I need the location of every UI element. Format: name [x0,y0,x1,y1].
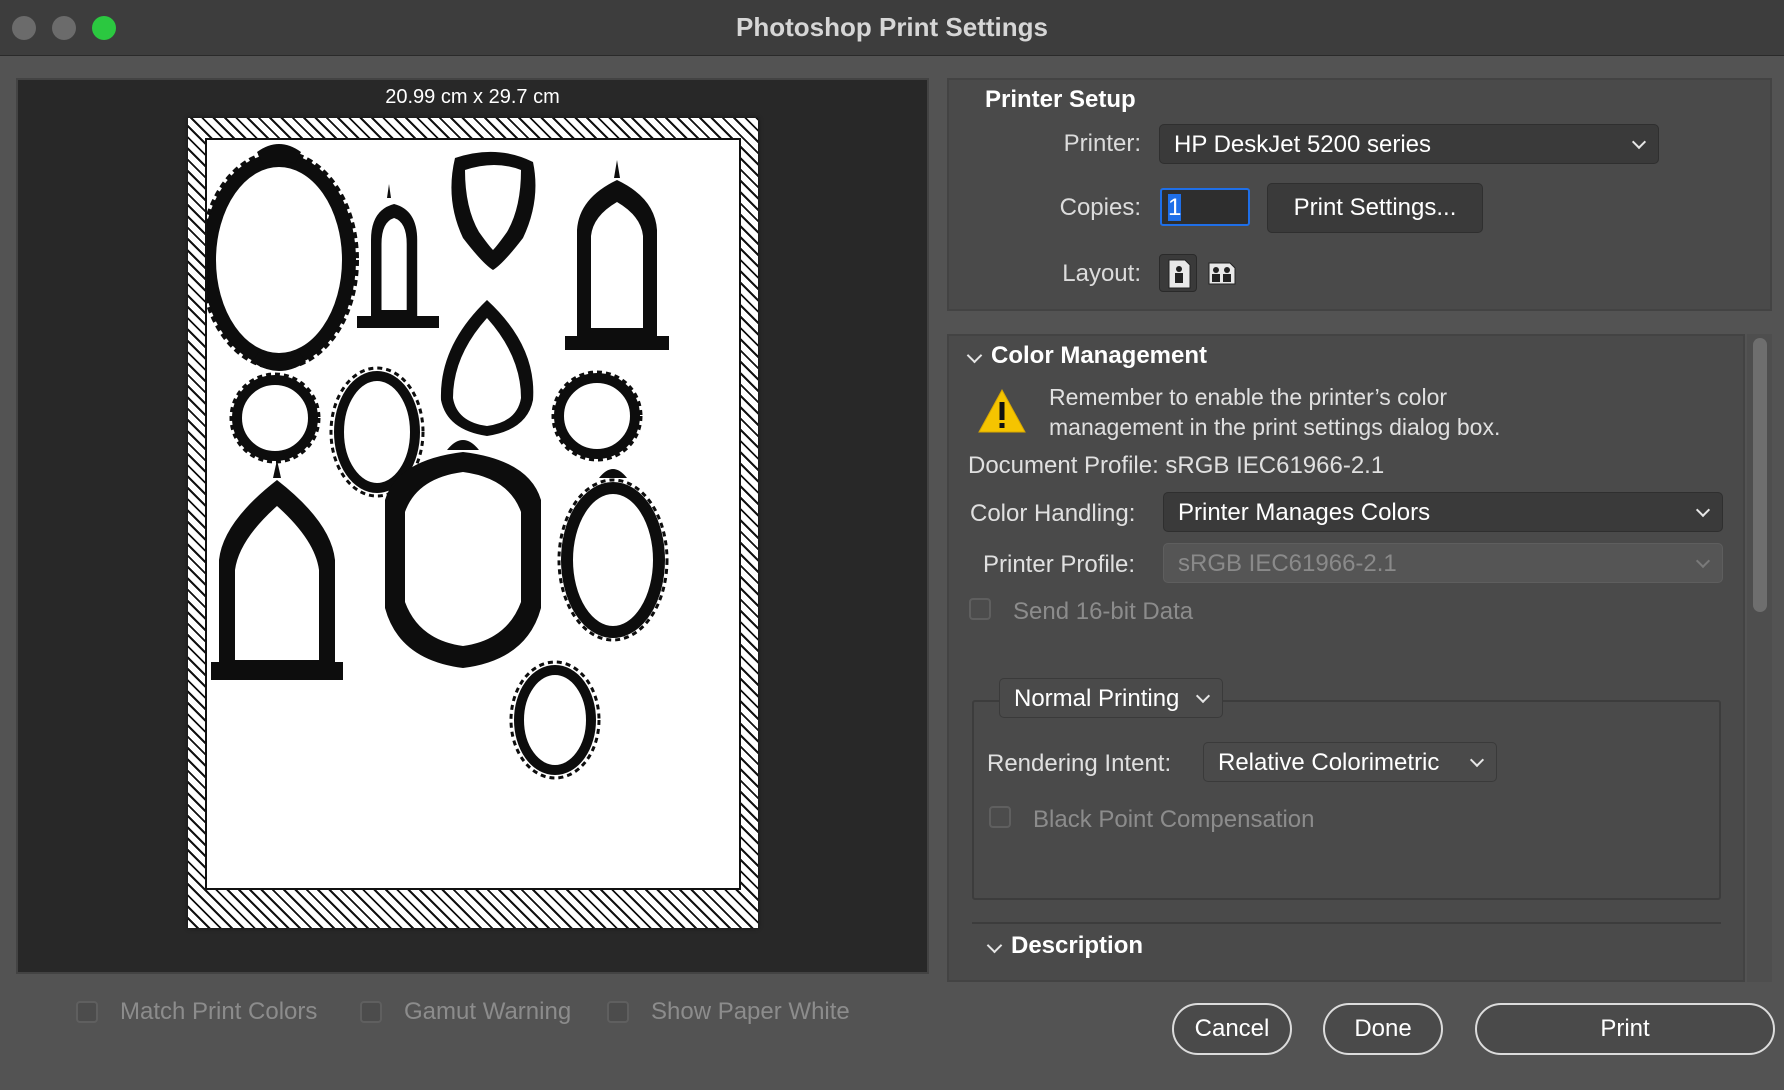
layout-label: Layout: [1062,260,1141,287]
print-button[interactable]: Print [1475,1003,1775,1055]
printer-profile-label: Printer Profile: [983,551,1136,578]
match-print-colors-option[interactable]: Match Print Colors [76,998,317,1026]
show-paper-white-label: Show Paper White [651,998,850,1025]
preview-paper [188,118,758,928]
print-settings-button[interactable]: Print Settings... [1267,183,1483,233]
printer-profile-select: sRGB IEC61966-2.1 [1163,543,1723,583]
color-management-title[interactable]: Color Management [991,342,1207,370]
printer-profile-value: sRGB IEC61966-2.1 [1178,550,1397,577]
disclosure-chevron-icon[interactable] [966,347,983,364]
color-management-panel: Color Management Remember to enable the … [947,334,1745,982]
color-handling-value: Printer Manages Colors [1178,499,1431,526]
landscape-layout-icon[interactable] [1203,254,1241,292]
preview-image [205,138,741,890]
rendering-intent-value: Relative Colorimetric [1218,749,1440,776]
gamut-warning-option[interactable]: Gamut Warning [360,998,571,1026]
printer-label: Printer: [1063,130,1141,157]
cancel-button[interactable]: Cancel [1172,1003,1292,1055]
warning-message-line2: management in the print settings dialog … [1049,414,1501,440]
printing-mode-select[interactable]: Normal Printing [999,678,1223,718]
portrait-layout-icon[interactable] [1159,254,1197,292]
chevron-down-icon [1469,752,1485,768]
chevron-down-icon [1695,502,1711,518]
scrollbar-thumb[interactable] [1753,338,1767,612]
title-bar: Photoshop Print Settings [0,0,1784,56]
ornate-frames-image [207,144,669,780]
copies-label: Copies: [1059,194,1141,221]
match-print-colors-label: Match Print Colors [120,998,318,1025]
chevron-down-icon [1195,688,1211,704]
chevron-down-icon [1695,553,1711,569]
match-print-colors-checkbox[interactable] [76,1001,98,1023]
rendering-intent-select[interactable]: Relative Colorimetric [1203,742,1497,782]
copies-value: 1 [1168,194,1182,221]
printing-mode-value: Normal Printing [1014,685,1180,712]
window-title: Photoshop Print Settings [736,12,1048,42]
gamut-warning-checkbox[interactable] [360,1001,382,1023]
section-divider [972,922,1721,924]
send-16bit-label: Send 16-bit Data [1013,598,1194,625]
color-handling-select[interactable]: Printer Manages Colors [1163,492,1723,532]
document-profile: Document Profile: sRGB IEC61966-2.1 [968,452,1385,479]
black-point-label: Black Point Compensation [1033,806,1315,833]
description-title[interactable]: Description [1011,932,1143,960]
warning-message-line1: Remember to enable the printer’s color [1049,384,1448,410]
scrollbar[interactable] [1747,334,1772,982]
black-point-checkbox [989,806,1011,828]
show-paper-white-option[interactable]: Show Paper White [607,998,850,1026]
chevron-down-icon [1631,134,1647,150]
printing-options-group [972,700,1721,900]
done-button[interactable]: Done [1323,1003,1443,1055]
paper-size-label: 20.99 cm x 29.7 cm [385,86,560,108]
printer-setup-title: Printer Setup [985,86,1136,113]
disclosure-chevron-icon[interactable] [986,937,1003,954]
warning-icon [978,388,1026,433]
send-16bit-checkbox [969,598,991,620]
printer-setup-panel: Printer Setup Printer: HP DeskJet 5200 s… [947,78,1772,311]
rendering-intent-label: Rendering Intent: [987,750,1172,777]
show-paper-white-checkbox[interactable] [607,1001,629,1023]
copies-input[interactable]: 1 [1160,188,1250,226]
printer-select-value: HP DeskJet 5200 series [1174,131,1432,158]
print-preview: 20.99 cm x 29.7 cm [16,78,929,974]
printer-select[interactable]: HP DeskJet 5200 series [1159,124,1659,164]
color-handling-label: Color Handling: [970,500,1136,527]
gamut-warning-label: Gamut Warning [404,998,572,1025]
